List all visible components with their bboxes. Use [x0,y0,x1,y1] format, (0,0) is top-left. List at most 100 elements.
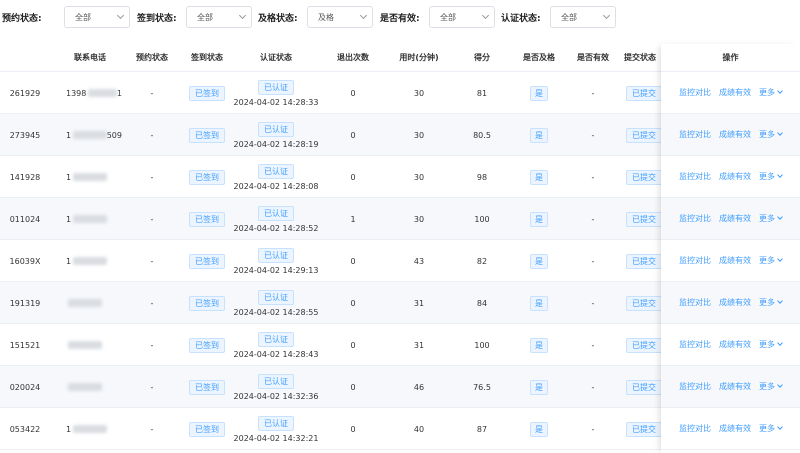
operations-row: 监控对比 成绩有效 更多 [661,408,800,450]
auth-time: 2024-04-02 14:28:55 [233,307,319,317]
cell-checkin: 已签到 [182,198,232,240]
cell-id: 053422 [9,424,41,434]
submit-badge: 已提交 [626,421,662,437]
monitor-compare-link[interactable]: 监控对比 [679,297,711,308]
monitor-compare-link[interactable]: 监控对比 [679,213,711,224]
score-valid-link[interactable]: 成绩有效 [719,213,751,224]
col-operations: 操作 [661,44,800,72]
chevron-down-icon [777,382,783,388]
submit-badge: 已提交 [626,169,662,185]
more-dropdown[interactable]: 更多 [759,297,783,308]
cell-reserve: - [150,256,154,266]
filter-select-auth[interactable]: 全部 [550,6,616,28]
cell-checkin: 已签到 [182,240,232,282]
chevron-down-icon [777,424,783,430]
cell-checkin: 已签到 [182,366,232,408]
chevron-down-icon [777,88,783,94]
cell-duration: 46 [413,382,425,392]
more-dropdown[interactable]: 更多 [759,171,783,182]
cell-exits: 0 [350,382,356,392]
checkin-badge: 已签到 [189,127,225,143]
redacted-phone [73,173,108,181]
more-dropdown[interactable]: 更多 [759,423,783,434]
monitor-compare-link[interactable]: 监控对比 [679,339,711,350]
more-dropdown[interactable]: 更多 [759,339,783,350]
score-valid-link[interactable]: 成绩有效 [719,255,751,266]
cell-submit: 已提交 [626,324,666,366]
chevron-down-icon [777,298,783,304]
monitor-compare-link[interactable]: 监控对比 [679,171,711,182]
auth-badge: 已认证 [258,289,294,305]
cell-duration: 30 [413,88,425,98]
filter-select-valid[interactable]: 全部 [429,6,495,28]
cell-exits: 0 [350,298,356,308]
cell-duration: 30 [413,214,425,224]
score-valid-link[interactable]: 成绩有效 [719,171,751,182]
cell-pass: 是 [512,114,566,156]
score-valid-link[interactable]: 成绩有效 [719,129,751,140]
pass-badge: 是 [530,421,548,437]
cell-checkin: 已签到 [182,114,232,156]
auth-badge: 已认证 [258,247,294,263]
filter-select-reserve[interactable]: 全部 [64,6,130,28]
cell-valid: - [591,256,595,266]
redacted-phone [73,257,108,265]
operations-body: 监控对比 成绩有效 更多 监控对比 成绩有效 更多 监控对比 成绩有效 更多 监控对比 成绩有效 更多… [661,72,800,450]
more-label: 更多 [759,256,775,265]
pass-badge: 是 [530,295,548,311]
checkin-badge: 已签到 [189,211,225,227]
filter-select-checkin[interactable]: 全部 [186,6,252,28]
auth-badge: 已认证 [258,415,294,431]
more-dropdown[interactable]: 更多 [759,129,783,140]
cell-exits: 0 [350,88,356,98]
operations-row: 监控对比 成绩有效 更多 [661,324,800,366]
submit-badge: 已提交 [626,337,662,353]
chevron-down-icon [602,11,611,20]
cell-valid: - [591,424,595,434]
cell-submit: 已提交 [626,366,666,408]
checkin-badge: 已签到 [189,337,225,353]
chevron-down-icon [777,256,783,262]
cell-score: 100 [474,214,490,224]
filter-select-pass[interactable]: 及格 [307,6,373,28]
col-pass: 是否及格 [523,53,555,62]
cell-score: 84 [476,298,488,308]
cell-submit: 已提交 [626,408,666,450]
redacted-phone [88,89,117,97]
score-valid-link[interactable]: 成绩有效 [719,381,751,392]
cell-phone: 1 [66,408,122,450]
pass-badge: 是 [530,127,548,143]
pass-badge: 是 [530,253,548,269]
phone-prefix: 1 [66,256,72,266]
score-valid-link[interactable]: 成绩有效 [719,339,751,350]
auth-time: 2024-04-02 14:28:19 [233,139,319,149]
redacted-phone [68,299,102,307]
more-label: 更多 [759,340,775,349]
checkin-badge: 已签到 [189,295,225,311]
cell-valid: - [591,214,595,224]
score-valid-link[interactable]: 成绩有效 [719,87,751,98]
more-dropdown[interactable]: 更多 [759,381,783,392]
cell-reserve: - [150,214,154,224]
monitor-compare-link[interactable]: 监控对比 [679,129,711,140]
cell-valid: - [591,172,595,182]
monitor-compare-link[interactable]: 监控对比 [679,255,711,266]
monitor-compare-link[interactable]: 监控对比 [679,87,711,98]
cell-auth: 已认证 2024-04-02 14:28:52 [232,198,320,240]
filter-select-value: 全部 [197,12,213,22]
more-dropdown[interactable]: 更多 [759,255,783,266]
monitor-compare-link[interactable]: 监控对比 [679,381,711,392]
cell-submit: 已提交 [626,72,666,114]
phone-suffix: 509 [106,130,122,140]
more-dropdown[interactable]: 更多 [759,213,783,224]
submit-badge: 已提交 [626,127,662,143]
score-valid-link[interactable]: 成绩有效 [719,297,751,308]
score-valid-link[interactable]: 成绩有效 [719,423,751,434]
cell-exits: 1 [350,214,356,224]
cell-id: 191319 [9,298,41,308]
filter-bar: 预约状态: 全部 签到状态: 全部 及格状态: 及格 是否有效: 全部 认证状态… [0,4,800,30]
cell-pass: 是 [512,72,566,114]
redacted-phone [68,383,102,391]
more-dropdown[interactable]: 更多 [759,87,783,98]
monitor-compare-link[interactable]: 监控对比 [679,423,711,434]
